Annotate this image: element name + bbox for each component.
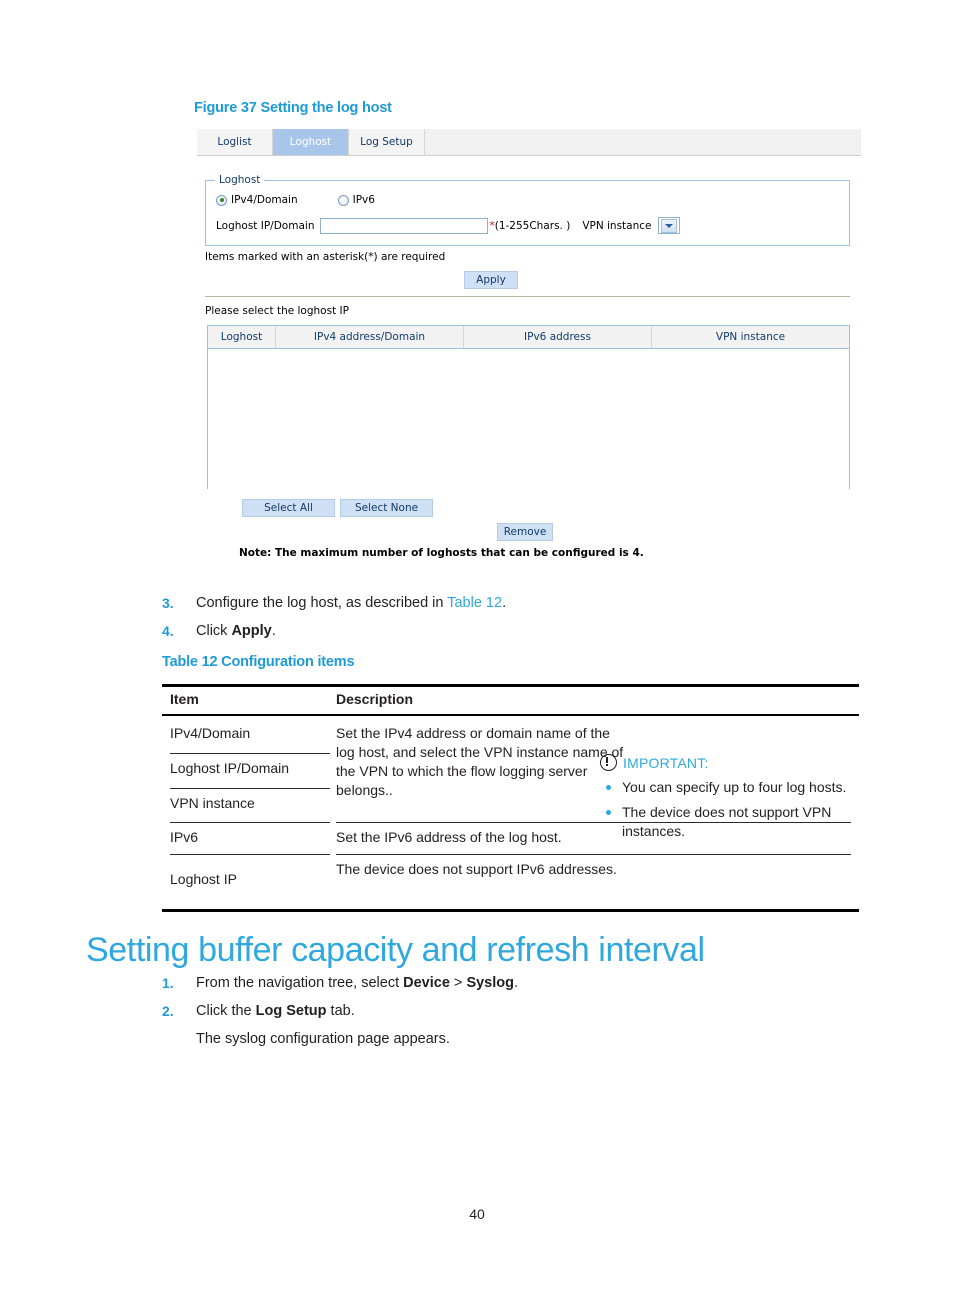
page-title: Setting buffer capacity and refresh inte… [86,930,705,969]
important-callout-list: You can specify up to four log hosts. Th… [600,778,860,841]
tab-loglist[interactable]: Loglist [197,129,273,155]
step-3-text: Configure the log host, as described in … [196,595,506,611]
step-4-text-before: Click [196,623,232,639]
column-header-loghost: Loghost [208,326,276,348]
column-header-ipv4-address-domain: IPv4 address/Domain [276,326,464,348]
important-callout: IMPORTANT: You can specify up to four lo… [600,754,860,847]
step-4-number: 4. [162,623,174,639]
table-row-description-ipv6: Set the IPv6 address of the log host. [336,829,562,845]
column-header-ipv6-address: IPv6 address [464,326,652,348]
step-3-text-before: Configure the log host, as described in [196,595,448,611]
step-1-separator: > [449,975,467,991]
tab-loghost-label: Loghost [289,136,332,148]
row-divider-2 [170,788,330,789]
loghost-ip-domain-row: Loghost IP/Domain * (1-255Chars. ) VPN i… [216,217,680,234]
loghost-fieldset-legend: Loghost [215,174,265,186]
section-divider [205,296,850,297]
tab-loglist-label: Loglist [217,136,252,148]
step-2-number: 2. [162,1003,174,1019]
tab-strip-filler [425,129,861,155]
step-1-device-keyword: Device [403,975,450,991]
radio-unselected-icon [337,194,349,206]
step-2-log-setup-keyword: Log Setup [255,1003,327,1019]
figure-caption: Figure 37 Setting the log host [194,100,392,116]
radio-ipv4-domain[interactable]: IPv4/Domain [216,194,298,206]
vpn-instance-select[interactable] [657,217,680,234]
table-row-item-loghost-ip: Loghost IP [170,871,237,887]
table-12-header-row: Item Description [162,687,859,716]
step-1-syslog-keyword: Syslog [466,975,514,991]
select-none-button[interactable]: Select None [340,499,433,517]
vpn-instance-label: VPN instance [582,219,652,232]
remove-button[interactable]: Remove [497,523,553,541]
important-callout-header: IMPORTANT: [600,754,860,771]
exclamation-circle-icon [600,754,617,771]
step-1-text-before: From the navigation tree, select [196,975,404,991]
column-header-vpn-instance: VPN instance [715,331,786,343]
apply-button[interactable]: Apply [464,271,518,289]
important-item-2: The device does not support VPN instance… [600,803,860,841]
step-2-text-before: Click the [196,1003,256,1019]
important-item-1: You can specify up to four log hosts. [600,778,860,797]
table-row-item-vpn-instance: VPN instance [170,795,255,811]
table-12-caption: Table 12 Configuration items [162,654,355,670]
max-loghosts-note: Note: The maximum number of loghosts tha… [239,547,644,559]
table-12-header-item: Item [170,691,199,707]
tab-strip: Loglist Loghost Log Setup [197,129,861,156]
step-1-text: From the navigation tree, select Device … [196,975,518,991]
desc-divider-2 [336,854,851,855]
select-loghost-prompt: Please select the loghost IP [205,305,349,317]
loghost-table-body [208,349,849,489]
step-1-text-after: . [513,975,519,991]
loghost-fieldset: Loghost IPv4/Domain IPv6 Loghost IP/Doma… [205,174,850,246]
row-divider-3 [170,822,330,823]
figure-screenshot-loghost: Loglist Loghost Log Setup Loghost IPv4/D… [197,129,861,569]
table-12-header-description: Description [336,691,414,707]
step-3-text-after: . [502,595,507,611]
tab-log-setup-label: Log Setup [360,136,413,148]
table-12-link[interactable]: Table 12 [447,595,502,611]
loghost-ip-domain-label: Loghost IP/Domain [216,219,315,232]
table-row-item-loghost-ip-domain: Loghost IP/Domain [170,760,290,776]
loghost-table-header-row: Loghost IPv4 address/Domain IPv6 address… [208,326,849,349]
row-divider-1 [170,753,330,754]
tab-loghost[interactable]: Loghost [273,129,349,155]
radio-ipv6-label: IPv6 [352,194,375,206]
step-3-number: 3. [162,595,174,611]
radio-ipv4-domain-label: IPv4/Domain [231,194,298,206]
page-number: 40 [469,1206,485,1222]
row-divider-4 [170,854,330,855]
chevron-down-icon [660,218,677,233]
step-4-text: Click Apply. [196,623,276,639]
table-row-item-ipv4-domain: IPv4/Domain [170,725,251,741]
step-4-apply-keyword: Apply [231,623,272,639]
step-4-text-after: . [271,623,276,639]
ip-type-radio-group: IPv4/Domain IPv6 [216,194,375,206]
step-2-result-note: The syslog configuration page appears. [196,1031,450,1047]
step-1-number: 1. [162,975,174,991]
tab-log-setup[interactable]: Log Setup [349,129,425,155]
table-bottom-rule [162,909,859,912]
table-row-item-ipv6: IPv6 [170,829,199,845]
table-row-description-ipv4-group: Set the IPv4 address or domain name of t… [336,725,624,798]
radio-ipv6[interactable]: IPv6 [337,194,375,206]
loghost-ip-domain-input[interactable] [320,217,489,234]
table-row-description-loghost-ip: The device does not support IPv6 address… [336,861,617,877]
document-page: Figure 37 Setting the log host Loglist L… [0,0,954,1296]
step-2-text-after: tab. [326,1003,355,1019]
radio-selected-icon [216,194,227,206]
loghost-ip-domain-hint: (1-255Chars. ) [494,219,571,232]
important-callout-title: IMPORTANT: [623,754,709,771]
required-fields-note: Items marked with an asterisk(*) are req… [205,251,446,263]
select-all-button[interactable]: Select All [242,499,335,517]
loghost-table: Loghost IPv4 address/Domain IPv6 address… [207,325,850,489]
step-2-text: Click the Log Setup tab. [196,1003,355,1019]
